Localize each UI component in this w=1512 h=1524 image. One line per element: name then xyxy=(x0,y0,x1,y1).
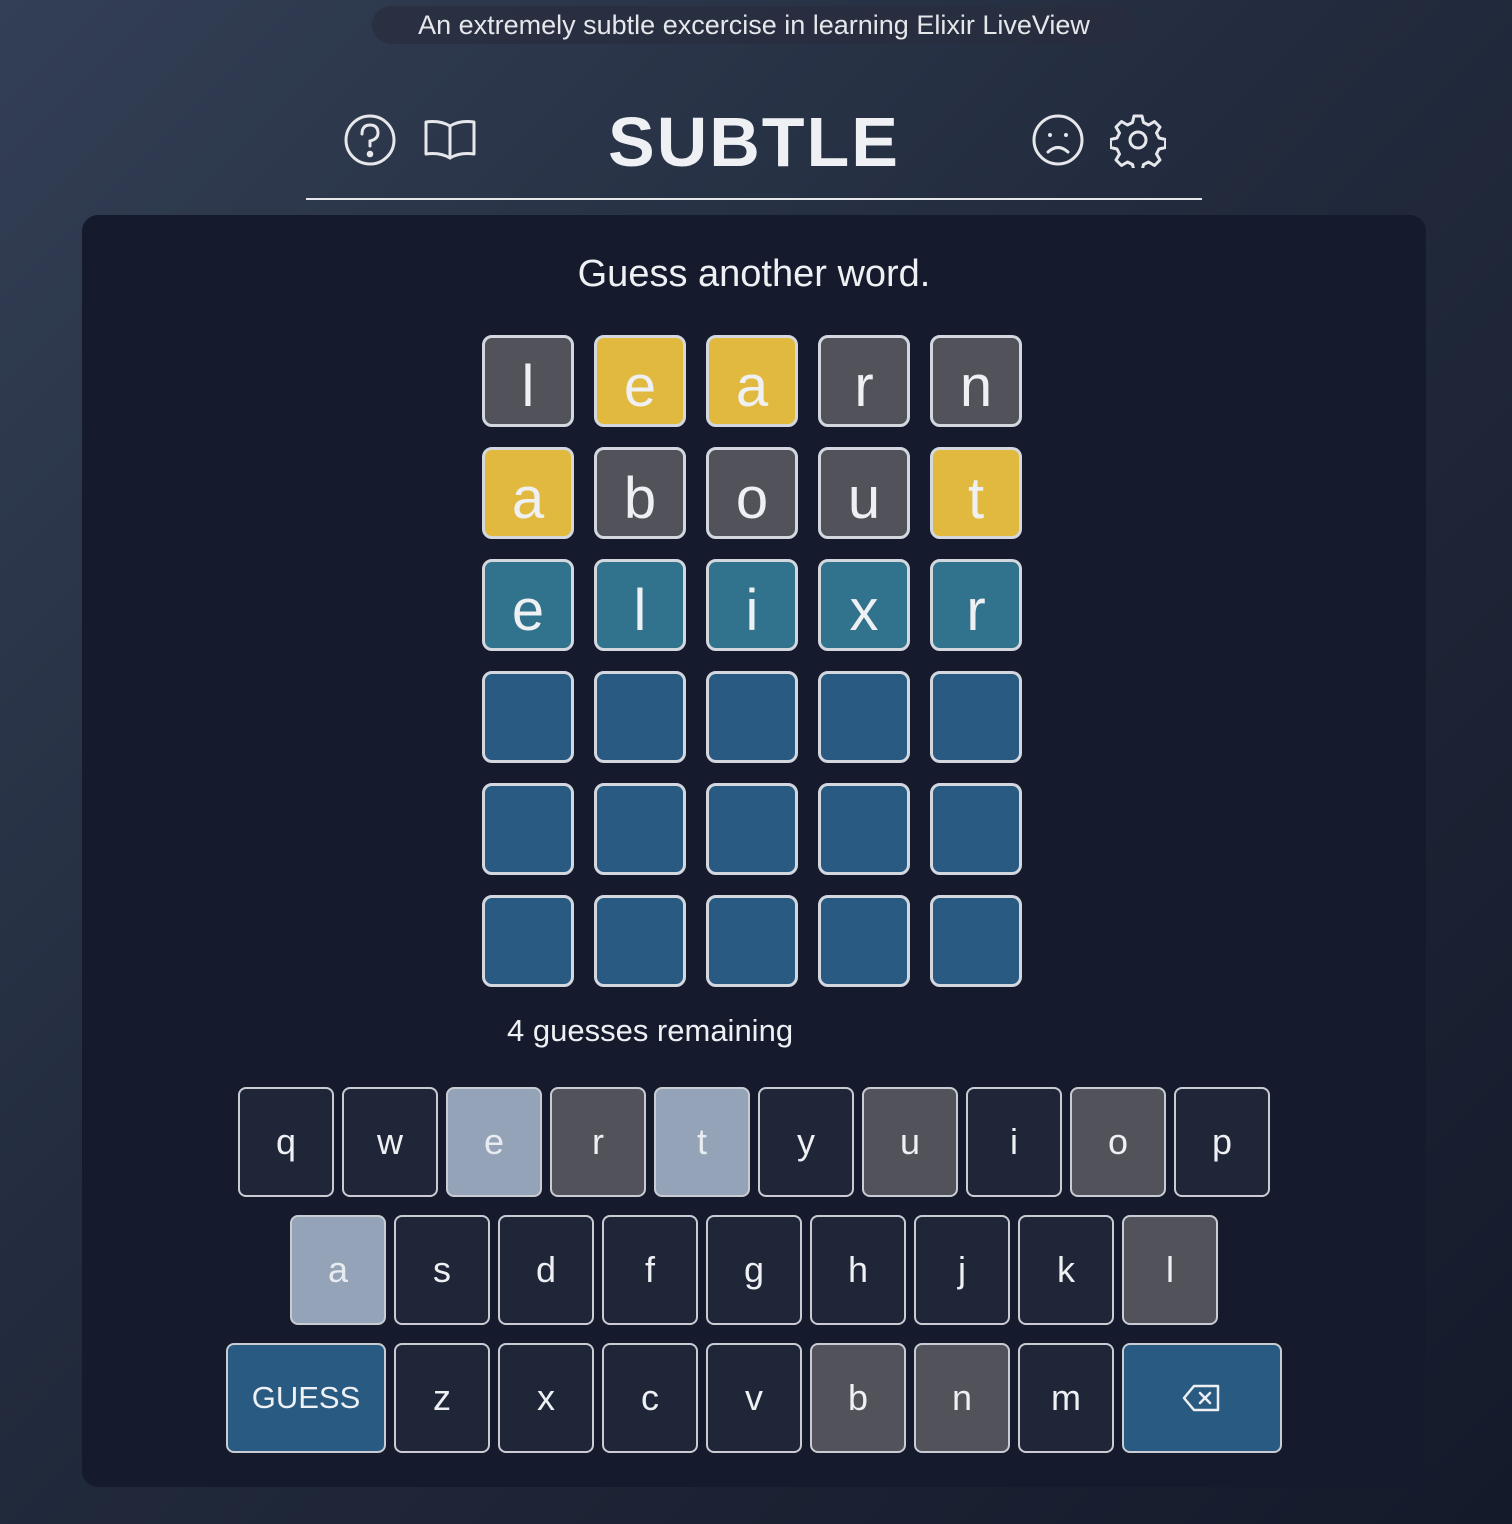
tile-n: n xyxy=(930,335,1022,427)
tile-l: l xyxy=(482,335,574,427)
tile-empty xyxy=(930,783,1022,875)
key-a[interactable]: a xyxy=(290,1215,386,1325)
tile-o: o xyxy=(706,447,798,539)
rules-book-button[interactable] xyxy=(422,112,478,168)
tile-empty xyxy=(706,895,798,987)
tile-empty xyxy=(706,783,798,875)
key-z[interactable]: z xyxy=(394,1343,490,1453)
key-v[interactable]: v xyxy=(706,1343,802,1453)
key-o[interactable]: o xyxy=(1070,1087,1166,1197)
key-w[interactable]: w xyxy=(342,1087,438,1197)
sad-face-icon xyxy=(1032,114,1084,166)
tile-r: r xyxy=(818,335,910,427)
key-i[interactable]: i xyxy=(966,1087,1062,1197)
game-panel: Guess another word. learnaboutelixr 4 gu… xyxy=(82,215,1426,1487)
tile-e: e xyxy=(482,559,574,651)
guesses-remaining: 4 guesses remaining xyxy=(507,1013,794,1048)
key-l[interactable]: l xyxy=(1122,1215,1218,1325)
key-h[interactable]: h xyxy=(810,1215,906,1325)
key-y[interactable]: y xyxy=(758,1087,854,1197)
key-k[interactable]: k xyxy=(1018,1215,1114,1325)
book-icon xyxy=(424,120,476,160)
settings-button[interactable] xyxy=(1110,112,1166,168)
help-icon xyxy=(344,114,396,166)
tile-empty xyxy=(594,895,686,987)
key-g[interactable]: g xyxy=(706,1215,802,1325)
key-t[interactable]: t xyxy=(654,1087,750,1197)
key-p[interactable]: p xyxy=(1174,1087,1270,1197)
tile-e: e xyxy=(594,335,686,427)
key-s[interactable]: s xyxy=(394,1215,490,1325)
help-button[interactable] xyxy=(342,112,398,168)
tile-empty xyxy=(482,783,574,875)
key-c[interactable]: c xyxy=(602,1343,698,1453)
settings-icon xyxy=(1110,114,1166,168)
tagline-banner: An extremely subtle excercise in learnin… xyxy=(372,6,1136,44)
key-r[interactable]: r xyxy=(550,1087,646,1197)
tile-a: a xyxy=(706,335,798,427)
tile-empty xyxy=(482,895,574,987)
tile-empty xyxy=(818,895,910,987)
key-n[interactable]: n xyxy=(914,1343,1010,1453)
key-j[interactable]: j xyxy=(914,1215,1010,1325)
backspace-key[interactable] xyxy=(1122,1343,1282,1453)
give-up-button[interactable] xyxy=(1030,112,1086,168)
tile-x: x xyxy=(818,559,910,651)
header: SUBTLE xyxy=(306,88,1202,200)
guess-button[interactable]: GUESS xyxy=(226,1343,386,1453)
tile-empty xyxy=(482,671,574,763)
tile-b: b xyxy=(594,447,686,539)
backspace-icon xyxy=(1182,1384,1220,1412)
tile-empty xyxy=(706,671,798,763)
tile-empty xyxy=(818,783,910,875)
status-message: Guess another word. xyxy=(577,253,931,295)
tile-empty xyxy=(818,671,910,763)
tile-empty xyxy=(930,671,1022,763)
key-u[interactable]: u xyxy=(862,1087,958,1197)
tile-empty xyxy=(594,671,686,763)
tile-u: u xyxy=(818,447,910,539)
key-m[interactable]: m xyxy=(1018,1343,1114,1453)
key-e[interactable]: e xyxy=(446,1087,542,1197)
tile-empty xyxy=(930,895,1022,987)
tile-t: t xyxy=(930,447,1022,539)
tile-i: i xyxy=(706,559,798,651)
key-b[interactable]: b xyxy=(810,1343,906,1453)
key-q[interactable]: q xyxy=(238,1087,334,1197)
key-f[interactable]: f xyxy=(602,1215,698,1325)
tile-a: a xyxy=(482,447,574,539)
key-x[interactable]: x xyxy=(498,1343,594,1453)
tile-l: l xyxy=(594,559,686,651)
key-d[interactable]: d xyxy=(498,1215,594,1325)
tile-r: r xyxy=(930,559,1022,651)
tile-empty xyxy=(594,783,686,875)
